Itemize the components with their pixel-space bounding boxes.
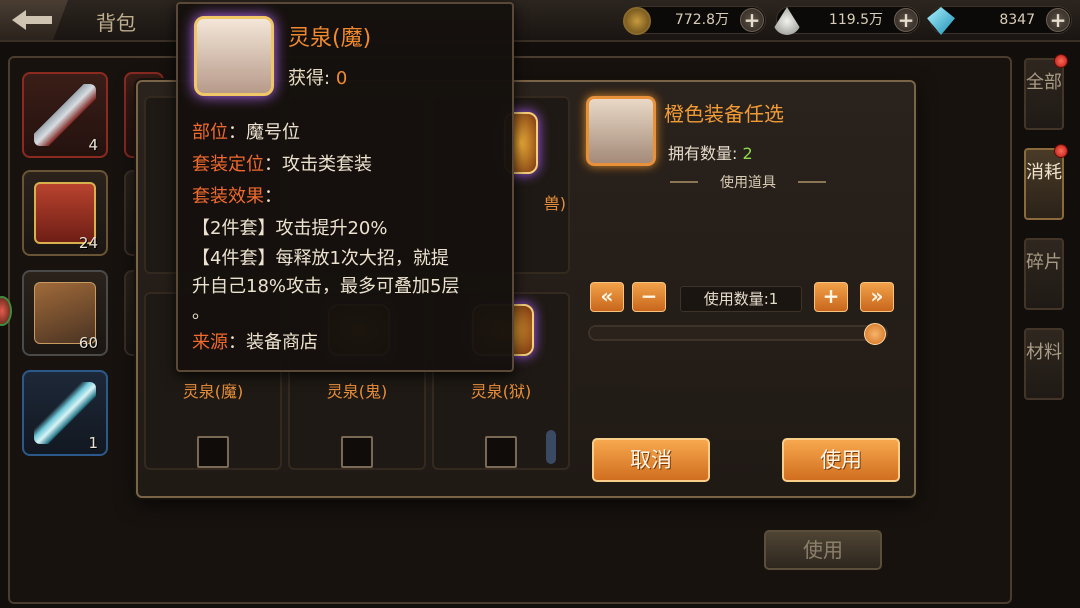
quantity-display: 使用数量:1 <box>680 286 802 312</box>
slider-knob[interactable] <box>864 323 886 345</box>
add-gem-button[interactable]: + <box>1046 8 1070 32</box>
item-count: 60 <box>78 334 98 352</box>
bag-slot[interactable]: 4 <box>22 72 108 158</box>
tab-label: 全部 <box>1026 72 1062 93</box>
tab-label: 碎片 <box>1026 252 1062 273</box>
bag-slot[interactable]: 1 <box>22 370 108 456</box>
use-button[interactable]: 使用 <box>782 438 900 482</box>
tooltip-set-effect: 套装效果： <box>192 182 282 208</box>
item-count: 1 <box>88 434 98 452</box>
tooltip-bonus-2: 【2件套】攻击提升20% <box>192 218 388 239</box>
choice-checkbox[interactable] <box>341 436 373 468</box>
tab-label: 消耗 <box>1026 162 1062 183</box>
page-title: 背包 <box>96 11 136 35</box>
kunai-icon <box>34 84 96 146</box>
source-value: ：装备商店 <box>228 332 318 353</box>
diamond-icon <box>927 7 955 35</box>
tab-fragments[interactable]: 碎片 <box>1024 238 1064 310</box>
tab-consumables[interactable]: 消耗 <box>1024 144 1068 220</box>
spirit-spring-icon <box>194 16 274 96</box>
max-quantity-button[interactable]: » <box>860 282 894 312</box>
list-scrollbar[interactable] <box>546 430 556 464</box>
set-position-value: ：攻击类套装 <box>264 154 372 175</box>
crystal-sword-icon <box>34 382 96 444</box>
gold-counter: 772.8万 + <box>623 6 766 35</box>
slot-key: 部位 <box>192 122 228 143</box>
item-count: 4 <box>88 136 98 154</box>
min-quantity-button[interactable]: « <box>590 282 624 312</box>
tab-label: 材料 <box>1026 342 1062 363</box>
set-position-key: 套装定位 <box>192 154 264 175</box>
slot-value: ：魔号位 <box>228 122 300 143</box>
tooltip-obtained: 获得: 0 <box>288 64 347 90</box>
tooltip-slot: 部位：魔号位 <box>192 118 300 144</box>
choice-label: 灵泉(鬼) <box>326 382 388 401</box>
bag-slot[interactable]: 60 <box>22 270 108 356</box>
gem-value: 8347 <box>999 12 1035 28</box>
tab-materials[interactable]: 材料 <box>1024 328 1064 400</box>
tooltip-item-name: 灵泉(魔) <box>288 26 372 51</box>
source-key: 来源 <box>192 332 228 353</box>
tooltip-bonus-4-line3: 。 <box>192 302 210 323</box>
food-counter: 119.5万 + <box>773 6 920 35</box>
back-button[interactable] <box>0 0 68 40</box>
set-effect-value: ： <box>264 186 282 207</box>
choice-checkbox[interactable] <box>197 436 229 468</box>
tooltip-set-position: 套装定位：攻击类套装 <box>192 150 372 176</box>
tooltip-source: 来源：装备商店 <box>192 328 318 354</box>
owned-label: 拥有数量: <box>668 144 738 163</box>
rice-ball-icon <box>773 7 801 35</box>
gem-counter: 8347 + <box>927 6 1072 35</box>
tab-all[interactable]: 全部 <box>1024 54 1068 130</box>
top-bar: 背包 772.8万 + 119.5万 + 8347 + <box>0 0 1080 42</box>
gold-coin-icon <box>623 7 651 35</box>
increase-quantity-button[interactable]: + <box>814 282 848 312</box>
owned-value: 2 <box>742 144 753 163</box>
choice-label: 灵泉(狱) <box>470 382 532 401</box>
choice-checkbox[interactable] <box>485 436 517 468</box>
slider-fill <box>590 327 875 339</box>
choice-label: 兽) <box>543 194 566 213</box>
bag-slot[interactable]: 24 <box>22 170 108 256</box>
tooltip-bonus-4-line2: 升自己18%攻击，最多可叠加5层 <box>192 276 460 297</box>
choice-label: 灵泉(魔) <box>182 382 244 401</box>
add-gold-button[interactable]: + <box>740 8 764 32</box>
add-food-button[interactable]: + <box>894 8 918 32</box>
orange-equipment-chest-icon <box>586 96 656 166</box>
back-arrow-icon <box>12 10 52 30</box>
obtained-value: 0 <box>335 68 348 89</box>
item-count: 24 <box>78 234 98 252</box>
tooltip-bonus-4-line1: 【4件套】每释放1次大招，就提 <box>192 248 449 269</box>
cancel-button[interactable]: 取消 <box>592 438 710 482</box>
obtained-label: 获得: <box>288 68 331 89</box>
bag-use-button[interactable]: 使用 <box>764 530 882 570</box>
gold-value: 772.8万 <box>674 12 729 28</box>
quantity-slider[interactable] <box>588 323 888 345</box>
item-title: 橙色装备任选 <box>664 102 784 126</box>
decrease-quantity-button[interactable]: − <box>632 282 666 312</box>
use-item-divider: 使用道具 <box>668 172 828 192</box>
owned-count: 拥有数量: 2 <box>668 140 753 164</box>
red-dot-badge <box>1054 144 1068 158</box>
set-effect-key: 套装效果 <box>192 186 264 207</box>
food-value: 119.5万 <box>828 12 883 28</box>
red-dot-badge <box>1054 54 1068 68</box>
